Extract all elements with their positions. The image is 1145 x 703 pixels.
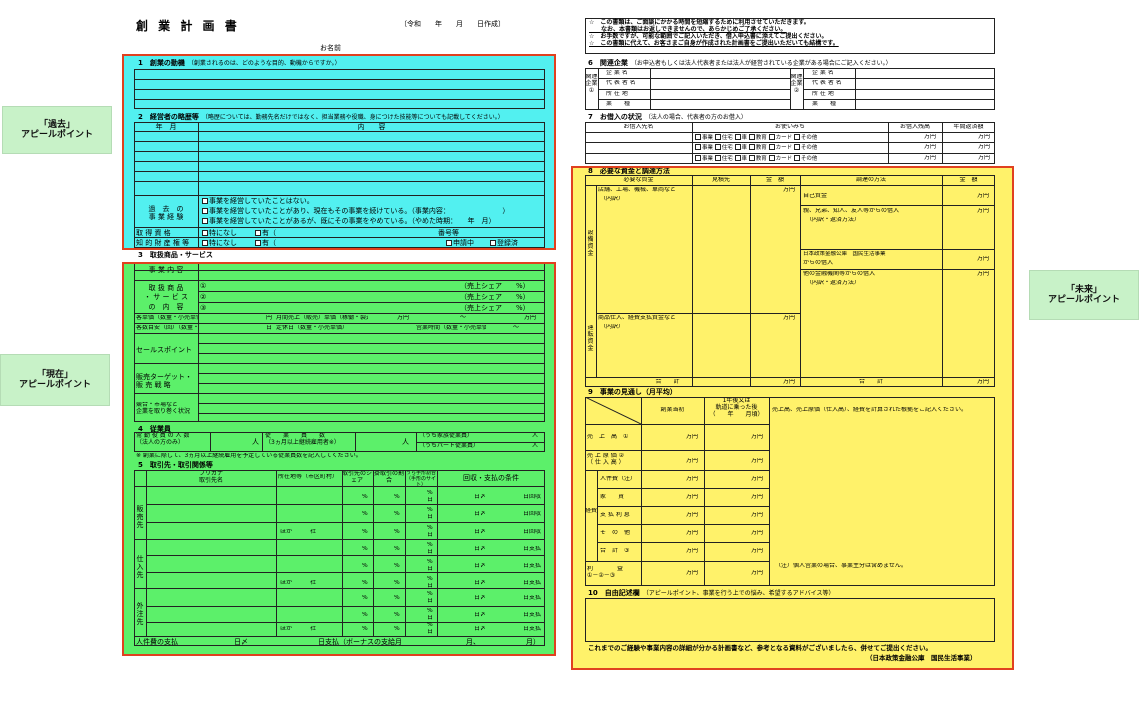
- document-title: 創 業 計 画 書: [136, 19, 240, 33]
- loan-usage-row-2[interactable]: 事業 住宅 車 教育 カード その他: [695, 144, 817, 151]
- caption-past: 「過去」 アピールポイント: [2, 106, 112, 154]
- loan-usage-row-3[interactable]: 事業 住宅 車 教育 カード その他: [695, 155, 817, 162]
- caption-present: 「現在」 アピールポイント: [0, 354, 110, 406]
- present-frame: [122, 262, 556, 656]
- name-label: お名前: [320, 44, 341, 52]
- caption-future: 「未来」 アピールポイント: [1029, 270, 1139, 320]
- sec7-title: 7 お借入の状況 （法人の場合、代表者の方のお借入）: [588, 113, 747, 121]
- loan-usage-row-1[interactable]: 事業 住宅 車 教育 カード その他: [695, 134, 817, 141]
- sec6-title: 6 関連企業 （お申込者もしくは法人代表者または法人が経営されている企業がある場合…: [588, 59, 892, 67]
- future-frame: [571, 166, 1014, 670]
- past-frame: [122, 54, 556, 250]
- date-field[interactable]: 〔令和 年 月 日作成〕: [400, 20, 505, 28]
- notice-box: ☆ この書類は、ご面談にかかる時間を短縮するために利用させていただきます。 なお…: [585, 18, 995, 54]
- sec3-title: 3 取扱商品・サービス: [138, 251, 213, 259]
